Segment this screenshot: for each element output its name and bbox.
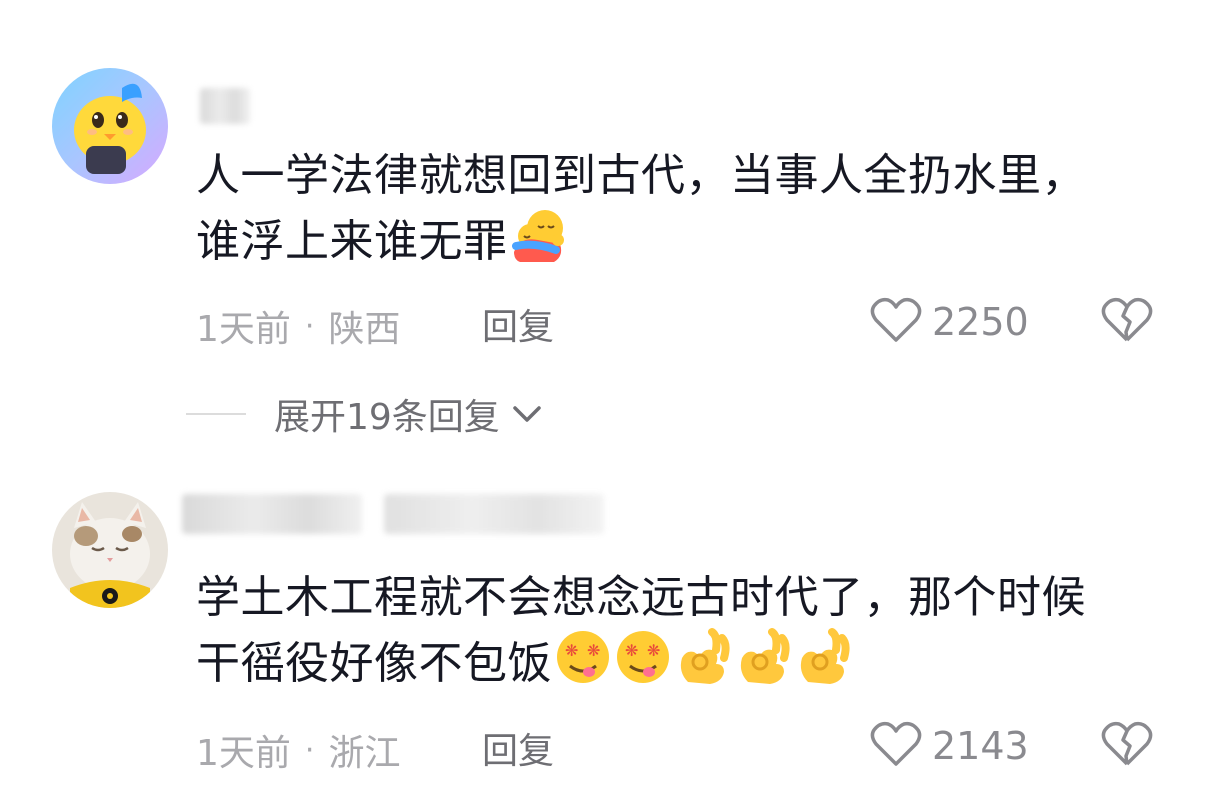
svg-text:❋: ❋ (625, 641, 639, 660)
comment-text-line: 谁浮上来谁无罪 (196, 206, 1176, 272)
reply-button[interactable]: 回复 (482, 722, 554, 774)
comment-meta: 1天前 · 陕西 (196, 300, 400, 352)
ok-hand-emoji-icon (734, 628, 792, 686)
expand-replies-label: 展开19条回复 (274, 397, 500, 438)
heart-outline-icon (870, 720, 922, 772)
like-count: 2143 (932, 724, 1029, 768)
comment-text: 人一学法律就想回到古代，当事人全扔水里， 谁浮上来谁无罪 (196, 146, 1176, 272)
drooling-face-emoji-icon: ❋ ❋ (614, 628, 672, 686)
expand-replies-button[interactable]: 展开19条回复 (186, 388, 544, 440)
broken-heart-icon (1100, 297, 1154, 348)
comment-text-line: 人一学法律就想回到古代，当事人全扔水里， (196, 150, 1086, 201)
meta-separator: · (304, 308, 315, 344)
dislike-button[interactable] (1100, 720, 1154, 772)
divider-line (186, 413, 246, 415)
dislike-button[interactable] (1100, 296, 1154, 348)
svg-text:❋: ❋ (647, 641, 661, 660)
comment-time: 1天前 (196, 733, 291, 774)
ok-hand-emoji-icon (794, 628, 852, 686)
username[interactable] (200, 88, 250, 124)
svg-text:❋: ❋ (587, 641, 601, 660)
heart-outline-icon (870, 296, 922, 348)
like-button[interactable]: 2250 (870, 296, 1029, 348)
broken-heart-icon (1100, 721, 1154, 772)
meta-separator: · (304, 732, 315, 768)
comment-text: 学土木工程就不会想念远古时代了，那个时候 干徭役好像不包饭 ❋ ❋ ❋ ❋ (196, 568, 1176, 694)
hug-emoji-icon (510, 206, 568, 264)
svg-text:❋: ❋ (565, 641, 579, 660)
username[interactable] (182, 494, 362, 534)
comment-location: 陕西 (328, 309, 401, 350)
avatar[interactable] (52, 68, 168, 184)
ok-hand-emoji-icon (674, 628, 732, 686)
like-button[interactable]: 2143 (870, 720, 1029, 772)
avatar[interactable] (52, 492, 168, 608)
comment-time: 1天前 (196, 309, 291, 350)
comment-text-segment: 谁浮上来谁无罪 (196, 216, 508, 267)
drooling-face-emoji-icon: ❋ ❋ (554, 628, 612, 686)
like-count: 2250 (932, 300, 1029, 344)
reply-button[interactable]: 回复 (482, 298, 554, 350)
comment-meta: 1天前 · 浙江 (196, 724, 400, 776)
comment-text-line: 干徭役好像不包饭 ❋ ❋ ❋ ❋ (196, 628, 1176, 694)
comment-text-line: 学土木工程就不会想念远古时代了，那个时候 (196, 572, 1086, 623)
comment-location: 浙江 (328, 733, 401, 774)
username-suffix (384, 494, 604, 534)
chevron-down-icon (510, 403, 544, 425)
comment-text-segment: 干徭役好像不包饭 (196, 638, 552, 689)
